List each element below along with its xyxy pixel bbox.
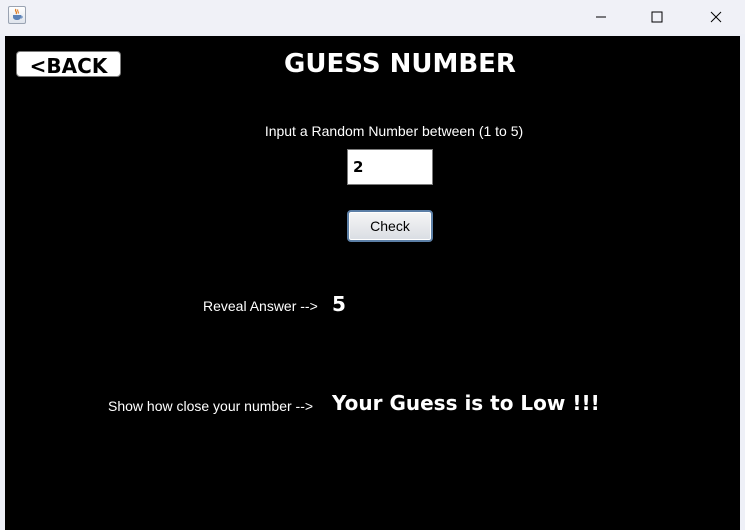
app-window: <BACK GUESS NUMBER Input a Random Number… [0,0,745,530]
closeness-label: Show how close your number --> [108,398,314,414]
minimize-icon [596,16,606,18]
java-cup-icon [8,6,26,24]
game-panel: <BACK GUESS NUMBER Input a Random Number… [5,36,740,530]
reveal-answer-label: Reveal Answer --> [203,298,318,314]
check-button[interactable]: Check [347,210,433,242]
maximize-icon [651,11,663,23]
closeness-result: Your Guess is to Low !!! [332,391,600,415]
input-prompt-label: Input a Random Number between (1 to 5) [264,123,524,139]
maximize-button[interactable] [634,0,680,34]
title-bar[interactable] [0,0,745,34]
back-button[interactable]: <BACK [16,51,121,78]
minimize-button[interactable] [578,0,624,34]
close-button[interactable] [693,0,739,34]
number-input[interactable] [347,149,433,185]
reveal-answer-value: 5 [332,292,346,316]
close-icon [710,11,722,23]
page-title: GUESS NUMBER [284,49,516,79]
